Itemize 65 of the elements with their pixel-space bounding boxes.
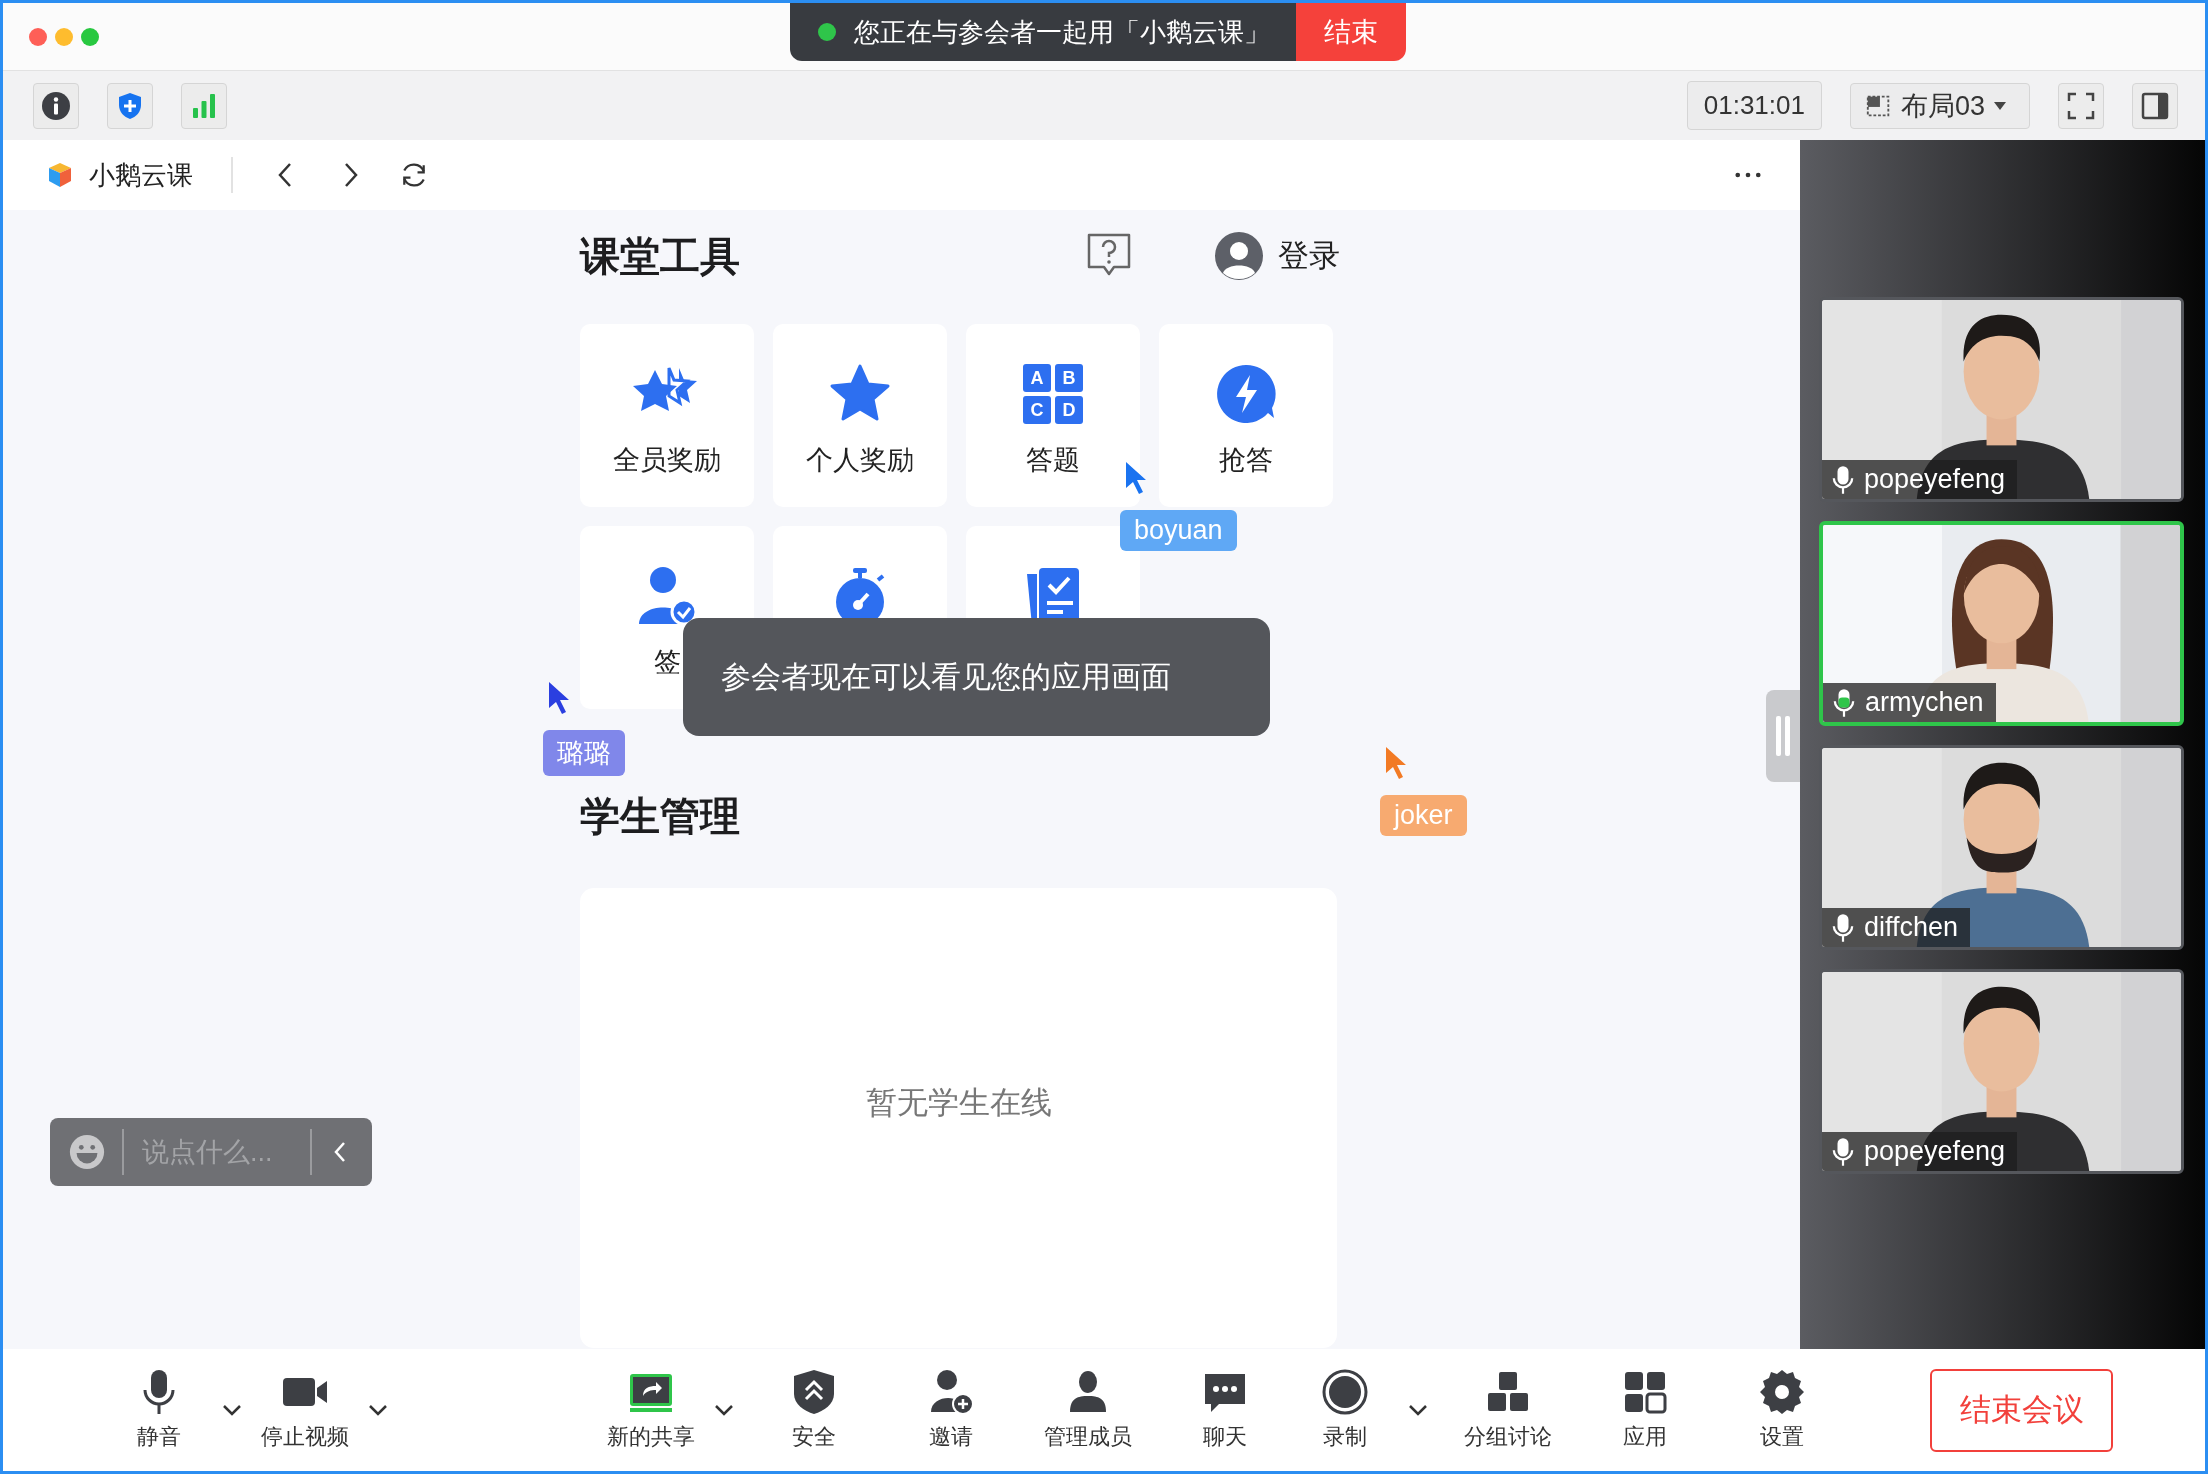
section-title: 课堂工具	[580, 232, 740, 280]
toolbar-button[interactable]: 静音	[99, 1368, 219, 1452]
chevron-down-icon	[368, 1404, 388, 1416]
participant-name: popeyefeng	[1864, 464, 2006, 495]
close-window-icon[interactable]	[29, 27, 47, 46]
fullscreen-button[interactable]	[2058, 82, 2104, 129]
microphone-icon	[1832, 464, 1854, 495]
panel-resize-handle[interactable]	[1766, 690, 1800, 782]
cursor-label: 璐璐	[543, 730, 625, 776]
pointer-icon	[1124, 460, 1148, 496]
video-tile[interactable]: diffchen	[1819, 745, 2184, 950]
info-button[interactable]	[33, 82, 79, 129]
participant-name: diffchen	[1864, 912, 1959, 943]
participant-name: popeyefeng	[1864, 1136, 2006, 1167]
toolbar-button[interactable]: 应用	[1585, 1368, 1705, 1452]
emoji-icon[interactable]	[68, 1133, 106, 1171]
collapse-icon[interactable]	[332, 1140, 348, 1164]
cursor-label: boyuan	[1120, 510, 1237, 551]
caret-icon	[1993, 100, 2007, 111]
pointer-icon	[547, 680, 571, 716]
end-meeting-button[interactable]: 结束会议	[1930, 1368, 2113, 1452]
info-icon	[41, 90, 71, 121]
chevron-down-icon	[714, 1404, 734, 1416]
sharing-status-icon	[818, 23, 836, 41]
sharing-message: 您正在与参会者一起用「小鹅云课」	[854, 15, 1270, 49]
toolbar-button[interactable]: 聊天	[1165, 1368, 1285, 1452]
security-shield-button[interactable]	[107, 82, 153, 129]
tool-card[interactable]: A B C D 答题	[966, 324, 1140, 507]
sidebar-icon	[2140, 90, 2170, 121]
toolbar-button[interactable]: 邀请	[891, 1368, 1011, 1452]
video-tile[interactable]: popeyefeng	[1819, 297, 2184, 502]
video-tile[interactable]: armychen	[1819, 521, 2184, 726]
toolbar-button[interactable]: 分组讨论	[1448, 1368, 1568, 1452]
chevron-down-icon	[222, 1404, 242, 1416]
pointer-icon	[1384, 745, 1408, 781]
app-name: 小鹅云课	[89, 158, 193, 192]
toolbar-button[interactable]: 设置	[1722, 1368, 1842, 1452]
empty-message: 暂无学生在线	[865, 1084, 1052, 1122]
video-tile[interactable]: popeyefeng	[1819, 969, 2184, 1174]
login-button[interactable]: 登录	[1214, 231, 1340, 281]
toolbar-button[interactable]: 停止视频	[245, 1368, 365, 1452]
settings-icon	[1758, 1368, 1806, 1416]
fullscreen-icon	[2066, 90, 2096, 121]
microphone-icon	[1832, 1136, 1854, 1167]
cursor-label: joker	[1380, 795, 1467, 836]
participant-name: armychen	[1865, 687, 1984, 718]
microphone-icon	[1833, 687, 1855, 718]
end-sharing-button[interactable]: 结束	[1296, 3, 1406, 61]
meeting-timer: 01:31:01	[1686, 81, 1822, 130]
tool-card[interactable]: 个人奖励	[773, 324, 947, 507]
sidebar-toggle-button[interactable]	[2132, 82, 2178, 129]
tool-card[interactable]: 全员奖励	[580, 324, 754, 507]
record-icon	[1321, 1368, 1369, 1416]
more-icon[interactable]	[1734, 172, 1762, 178]
tool-card[interactable]: 抢答	[1159, 324, 1333, 507]
toolbar-button[interactable]: 录制	[1285, 1368, 1405, 1452]
toolbar-button[interactable]: 管理成员	[1028, 1368, 1148, 1452]
microphone-icon	[1832, 912, 1854, 943]
toolbar-button[interactable]: 新的共享	[591, 1368, 711, 1452]
layout-dropdown[interactable]: 布局03	[1849, 82, 2030, 129]
toolbar-button[interactable]: 安全	[754, 1368, 874, 1452]
chevron-down-icon	[1408, 1404, 1428, 1416]
section-title: 学生管理	[580, 793, 741, 840]
avatar-icon	[1214, 231, 1264, 281]
notification-toast: 参会者现在可以看见您的应用画面	[683, 618, 1270, 736]
